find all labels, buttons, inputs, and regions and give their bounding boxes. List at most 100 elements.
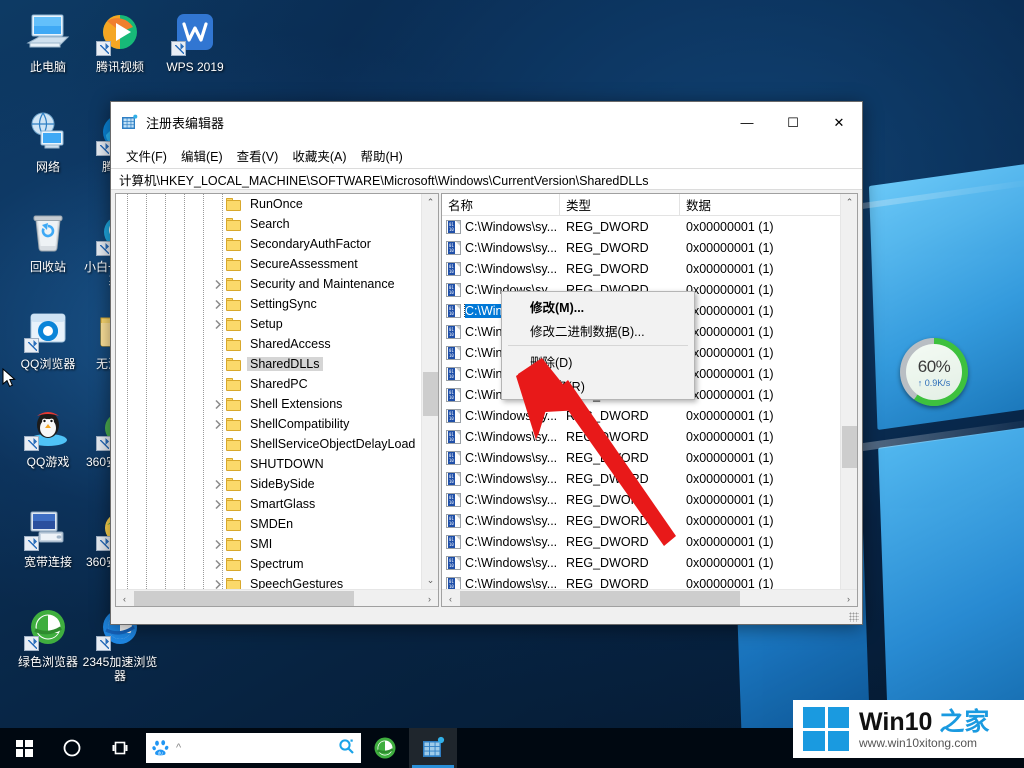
registry-tree-pane[interactable]: RunOnceSearchSecondaryAuthFactorSecureAs… bbox=[115, 193, 439, 607]
tree-horizontal-scrollbar[interactable]: ‹ › bbox=[116, 589, 438, 606]
resize-grip[interactable] bbox=[849, 612, 859, 622]
chevron-right-icon[interactable] bbox=[210, 534, 226, 554]
desktop-icon-recycle-bin[interactable]: 回收站 bbox=[8, 208, 88, 274]
chevron-right-icon[interactable] bbox=[210, 574, 226, 589]
desktop-icon-qq-browser[interactable]: QQ浏览器 bbox=[8, 305, 88, 371]
registry-value-row[interactable]: C:\Windows\sy...REG_DWORD0x00000001 (1) bbox=[442, 405, 840, 426]
registry-value-row[interactable]: C:\Windows\sy...REG_DWORD0x00000001 (1) bbox=[442, 426, 840, 447]
column-header-type[interactable]: 类型 bbox=[560, 194, 680, 215]
tree-node[interactable]: SHUTDOWN bbox=[116, 454, 421, 474]
chevron-right-icon[interactable] bbox=[210, 294, 226, 314]
tree-scroll-up-arrow[interactable]: ⌃ bbox=[422, 194, 438, 211]
chevron-right-icon[interactable] bbox=[210, 494, 226, 514]
column-header-name[interactable]: 名称 bbox=[442, 194, 560, 215]
tree-node[interactable]: SMDEn bbox=[116, 514, 421, 534]
menu-item-2[interactable]: 查看(V) bbox=[230, 143, 286, 168]
minimize-button[interactable]: — bbox=[724, 102, 770, 143]
registry-value-row[interactable]: C:\Windows\sy...REG_DWORD0x00000001 (1) bbox=[442, 510, 840, 531]
context-menu-item-3[interactable]: 重命名(R) bbox=[502, 373, 694, 397]
cortana-search-button[interactable] bbox=[48, 728, 96, 768]
tree-vertical-scrollbar[interactable]: ⌃ ⌄ bbox=[421, 194, 438, 589]
context-menu-item-2[interactable]: 删除(D) bbox=[502, 349, 694, 373]
taskbar-search-input[interactable]: du ^ bbox=[146, 733, 361, 763]
tree-node[interactable]: RunOnce bbox=[116, 194, 421, 214]
registry-value-row[interactable]: C:\Windows\sy...REG_DWORD0x00000001 (1) bbox=[442, 468, 840, 489]
tree-node[interactable]: SharedDLLs bbox=[116, 354, 421, 374]
network-speed-gauge[interactable]: 60% ↑ 0.9K/s bbox=[900, 338, 968, 406]
tree-node[interactable]: ShellServiceObjectDelayLoad bbox=[116, 434, 421, 454]
tree-node[interactable]: SecureAssessment bbox=[116, 254, 421, 274]
tree-scroll-thumb[interactable] bbox=[423, 372, 438, 416]
address-bar[interactable]: 计算机\HKEY_LOCAL_MACHINE\SOFTWARE\Microsof… bbox=[111, 168, 862, 190]
tree-node[interactable]: SettingSync bbox=[116, 294, 421, 314]
values-vertical-scrollbar[interactable]: ⌃ ⌄ bbox=[840, 194, 857, 606]
values-horizontal-scrollbar[interactable]: ‹ › bbox=[442, 589, 857, 606]
desktop-icon-network[interactable]: 网络 bbox=[8, 108, 88, 174]
registry-value-row[interactable]: C:\Windows\sy...REG_DWORD0x00000001 (1) bbox=[442, 237, 840, 258]
registry-editor-window[interactable]: 注册表编辑器 — ☐ ✕ 文件(F)编辑(E)查看(V)收藏夹(A)帮助(H) … bbox=[110, 101, 863, 625]
context-menu-item-1[interactable]: 修改二进制数据(B)... bbox=[502, 318, 694, 342]
tree-node[interactable]: SpeechGestures bbox=[116, 574, 421, 589]
tree-node[interactable]: SideBySide bbox=[116, 474, 421, 494]
desktop-icon-wps[interactable]: WPS 2019 bbox=[155, 8, 235, 74]
registry-value-row[interactable]: C:\Windows\sy...REG_DWORD0x00000001 (1) bbox=[442, 258, 840, 279]
values-scroll-thumb[interactable] bbox=[842, 426, 857, 468]
chevron-right-icon[interactable] bbox=[210, 394, 226, 414]
tree-hscroll-thumb[interactable] bbox=[134, 591, 354, 606]
registry-value-row[interactable]: C:\Windows\sy...REG_DWORD0x00000001 (1) bbox=[442, 216, 840, 237]
registry-value-row[interactable]: C:\Windows\sy...REG_DWORD0x00000001 (1) bbox=[442, 552, 840, 573]
desktop-icon-this-pc[interactable]: 此电脑 bbox=[8, 8, 88, 74]
chevron-right-icon[interactable] bbox=[210, 274, 226, 294]
chevron-right-icon[interactable] bbox=[210, 414, 226, 434]
column-header-data[interactable]: 数据 bbox=[680, 194, 840, 215]
tree-node[interactable]: SmartGlass bbox=[116, 494, 421, 514]
tree-node[interactable]: Shell Extensions bbox=[116, 394, 421, 414]
tree-node[interactable]: SharedAccess bbox=[116, 334, 421, 354]
value-name: C:\Windows\sy... bbox=[465, 577, 557, 590]
values-scroll-left-arrow[interactable]: ‹ bbox=[442, 590, 459, 607]
tree-node[interactable]: Search bbox=[116, 214, 421, 234]
tree-scroll-right-arrow[interactable]: › bbox=[421, 590, 438, 607]
chevron-right-icon[interactable] bbox=[210, 314, 226, 334]
registry-values-pane[interactable]: 名称 类型 数据 C:\Windows\sy...REG_DWORD0x0000… bbox=[441, 193, 858, 607]
tree-node[interactable]: Security and Maintenance bbox=[116, 274, 421, 294]
chevron-right-icon[interactable] bbox=[210, 554, 226, 574]
ie-browser-taskbar-icon[interactable] bbox=[361, 728, 409, 768]
values-scroll-right-arrow[interactable]: › bbox=[840, 590, 857, 607]
desktop-icon-tencent-video[interactable]: 腾讯视频 bbox=[80, 8, 160, 74]
chevron-right-icon[interactable] bbox=[210, 474, 226, 494]
desktop-icon-broadband[interactable]: 宽带连接 bbox=[8, 503, 88, 569]
registry-value-row[interactable]: C:\Windows\sy...REG_DWORD0x00000001 (1) bbox=[442, 489, 840, 510]
tree-node[interactable]: Spectrum bbox=[116, 554, 421, 574]
menu-item-1[interactable]: 编辑(E) bbox=[174, 143, 230, 168]
window-titlebar[interactable]: 注册表编辑器 — ☐ ✕ bbox=[111, 102, 862, 143]
tree-node[interactable]: SharedPC bbox=[116, 374, 421, 394]
task-view-button[interactable] bbox=[96, 728, 144, 768]
registry-value-row[interactable]: C:\Windows\sy...REG_DWORD0x00000001 (1) bbox=[442, 447, 840, 468]
registry-value-row[interactable]: C:\Windows\sy...REG_DWORD0x00000001 (1) bbox=[442, 531, 840, 552]
menu-item-0[interactable]: 文件(F) bbox=[119, 143, 174, 168]
maximize-button[interactable]: ☐ bbox=[770, 102, 816, 143]
values-list-body[interactable]: C:\Windows\sy...REG_DWORD0x00000001 (1)C… bbox=[442, 216, 857, 589]
regedit-taskbar-icon[interactable] bbox=[409, 728, 457, 768]
registry-value-context-menu[interactable]: 修改(M)...修改二进制数据(B)... 删除(D)重命名(R) bbox=[501, 291, 695, 400]
tree-scroll-left-arrow[interactable]: ‹ bbox=[116, 590, 133, 607]
start-button[interactable] bbox=[0, 728, 48, 768]
tree-node[interactable]: Setup bbox=[116, 314, 421, 334]
close-button[interactable]: ✕ bbox=[816, 102, 862, 143]
values-hscroll-thumb[interactable] bbox=[460, 591, 740, 606]
tree-scroll-down-arrow[interactable]: ⌄ bbox=[422, 572, 438, 589]
context-menu-item-0[interactable]: 修改(M)... bbox=[502, 294, 694, 318]
menu-item-3[interactable]: 收藏夹(A) bbox=[285, 143, 353, 168]
tree-node[interactable]: SMI bbox=[116, 534, 421, 554]
search-icon[interactable] bbox=[338, 738, 355, 759]
registry-value-row[interactable]: C:\Windows\sy...REG_DWORD0x00000001 (1) bbox=[442, 573, 840, 589]
tree-node[interactable]: ShellCompatibility bbox=[116, 414, 421, 434]
tree-scroll-area[interactable]: RunOnceSearchSecondaryAuthFactorSecureAs… bbox=[116, 194, 438, 589]
desktop-icon-qq-games[interactable]: QQ游戏 bbox=[8, 403, 88, 469]
search-field[interactable] bbox=[181, 741, 338, 755]
desktop-icon-green-browser[interactable]: 绿色浏览器 bbox=[8, 603, 88, 669]
menu-item-4[interactable]: 帮助(H) bbox=[353, 143, 409, 168]
tree-node[interactable]: SecondaryAuthFactor bbox=[116, 234, 421, 254]
values-scroll-up-arrow[interactable]: ⌃ bbox=[841, 194, 858, 211]
